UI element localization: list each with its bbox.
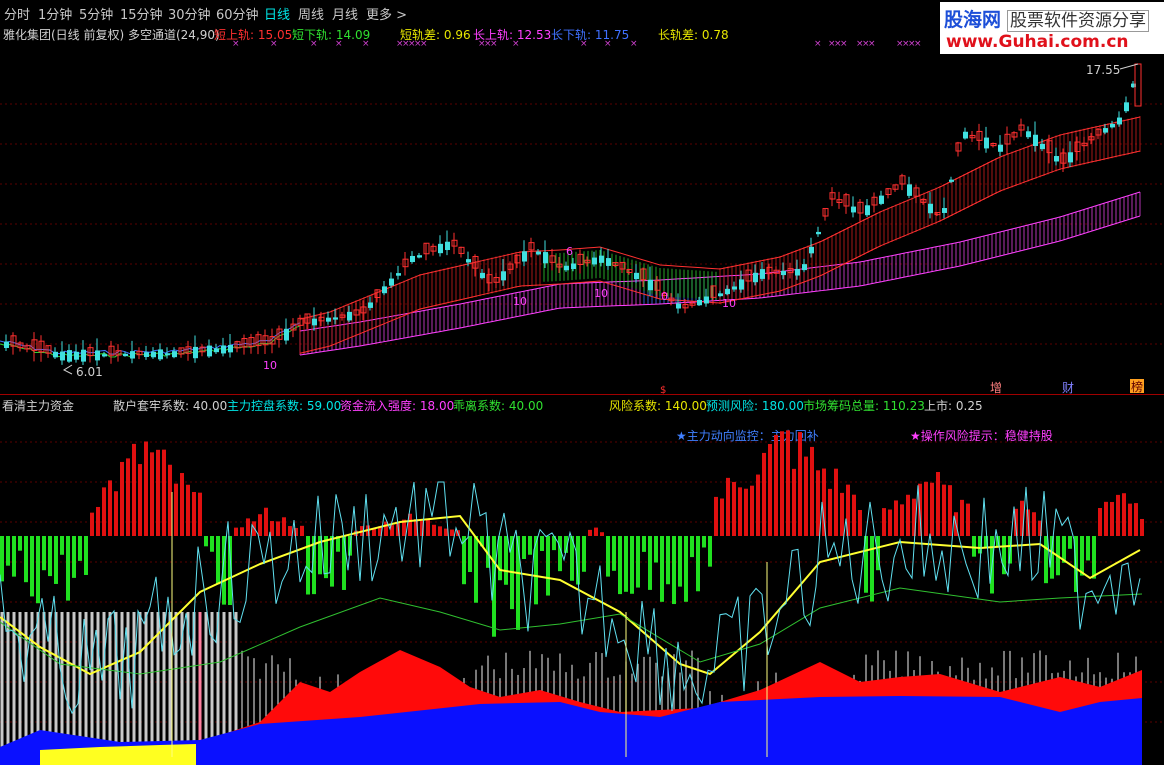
- tab-5min[interactable]: 5分钟: [79, 4, 113, 23]
- svg-text:×: ×: [630, 39, 638, 49]
- tab-60min[interactable]: 60分钟: [216, 4, 259, 23]
- signal-x-markers: × × × × × ××××× ××× × × × × × ××× ××× ××××: [232, 39, 922, 49]
- svg-text:×: ×: [270, 39, 278, 49]
- corner-icon-增[interactable]: 增: [990, 381, 1002, 394]
- tab-intraday[interactable]: 分时: [4, 4, 30, 23]
- price-chart[interactable]: × × × × × ××××× ××× × × × × × ××× ××× ×××× 17.55 6.01 …: [0, 24, 1164, 394]
- signal-marker-4: 0: [661, 290, 668, 303]
- high-price-label: 17.55: [1086, 63, 1120, 77]
- low-price-label: 6.01: [76, 365, 103, 379]
- svg-text:×: ×: [840, 39, 848, 49]
- svg-text:×: ×: [335, 39, 343, 49]
- tab-1min[interactable]: 1分钟: [38, 4, 72, 23]
- tab-more[interactable]: 更多 >: [366, 4, 407, 23]
- svg-text:×: ×: [814, 39, 822, 49]
- capital-flow-chart[interactable]: [0, 412, 1164, 765]
- candlesticks: [4, 63, 1142, 366]
- signal-marker-6: 10: [263, 359, 277, 372]
- svg-text:×: ×: [362, 39, 370, 49]
- panel-divider: [0, 394, 1164, 395]
- svg-text:×: ×: [310, 39, 318, 49]
- signal-marker-2: 10: [513, 295, 527, 308]
- svg-text:×: ×: [512, 39, 520, 49]
- short-channel-band: [299, 116, 1141, 355]
- corner-icon-榜[interactable]: 榜: [1131, 379, 1143, 394]
- svg-text:×: ×: [604, 39, 612, 49]
- svg-text:×: ×: [914, 39, 922, 49]
- svg-text:×: ×: [868, 39, 876, 49]
- tab-weekly[interactable]: 周线: [298, 4, 324, 23]
- tab-monthly[interactable]: 月线: [332, 4, 358, 23]
- long-channel-band: [0, 191, 1141, 358]
- signal-marker-3: 10: [594, 287, 608, 300]
- tab-15min[interactable]: 15分钟: [120, 4, 163, 23]
- svg-text:×: ×: [490, 39, 498, 49]
- corner-icon-财[interactable]: 财: [1062, 381, 1074, 394]
- svg-text:×: ×: [232, 39, 240, 49]
- svg-text:×: ×: [580, 39, 588, 49]
- tab-30min[interactable]: 30分钟: [168, 4, 211, 23]
- tab-daily[interactable]: 日线: [264, 4, 290, 23]
- signal-marker-1: 6: [566, 245, 573, 258]
- low-arrow-icon: [62, 364, 73, 375]
- main-gridlines: [0, 103, 1164, 345]
- svg-text:×: ×: [420, 39, 428, 49]
- event-marker-icon: $: [660, 385, 666, 394]
- signal-marker-5: 10: [722, 297, 736, 310]
